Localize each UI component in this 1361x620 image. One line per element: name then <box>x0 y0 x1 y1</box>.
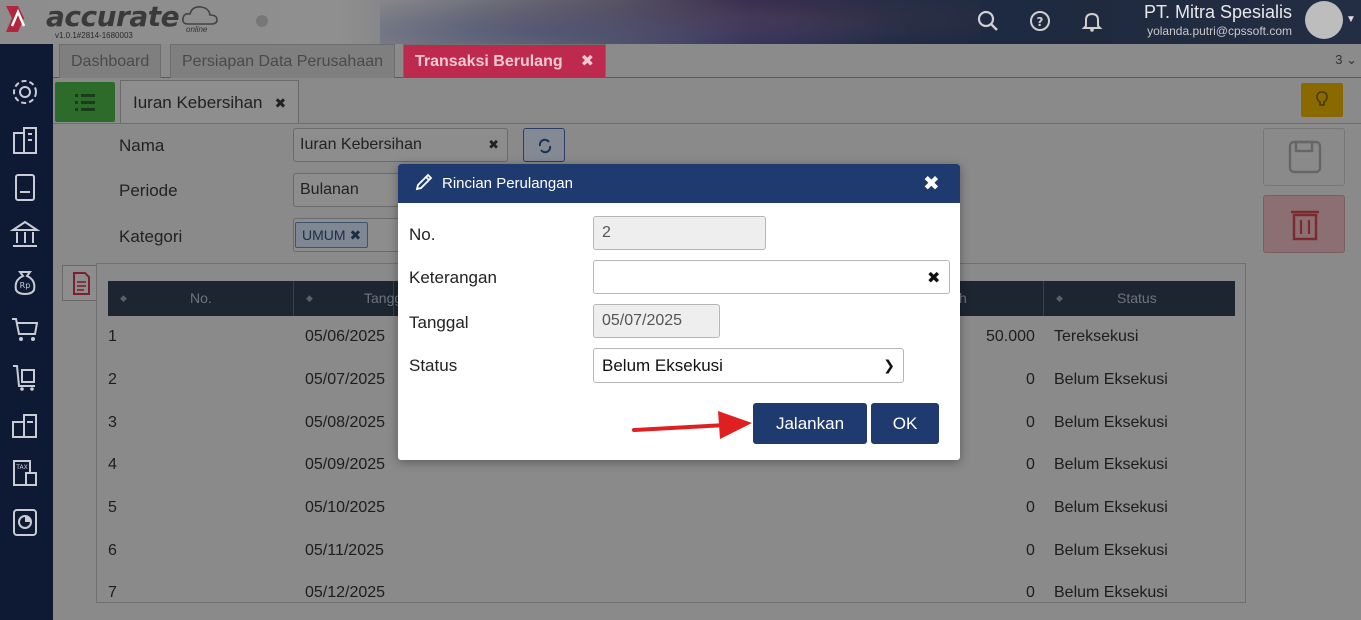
tab-transaksi-berulang[interactable]: Transaksi Berulang ✖ <box>403 44 607 78</box>
tab-count-dropdown[interactable]: 3 ⌄ <box>1335 52 1357 68</box>
sort-icon[interactable]: ◆ <box>1056 281 1063 316</box>
tab-persiapan-data[interactable]: Persiapan Data Perusahaan <box>170 44 396 78</box>
company-info[interactable]: PT. Mitra Spesialis yolanda.putri@cpssof… <box>1100 2 1292 38</box>
tab-label: Persiapan Data Perusahaan <box>182 53 384 70</box>
app-logo[interactable]: accurate online v1.0.1#2814-1680003 <box>0 0 240 44</box>
dialog-title: Rincian Perulangan <box>442 175 573 192</box>
nama-label: Nama <box>119 136 165 155</box>
cart-icon[interactable] <box>10 314 40 344</box>
cash-bag-icon[interactable]: Rp <box>10 266 40 296</box>
periode-value: Bulanan <box>300 181 359 198</box>
tanggal-label: Tanggal <box>409 313 469 332</box>
refresh-icon <box>538 138 552 154</box>
column-header-status[interactable]: ◆ Status <box>1044 281 1235 316</box>
save-button[interactable] <box>1263 128 1345 186</box>
tax-icon[interactable]: TAX <box>10 458 40 488</box>
report-icon[interactable] <box>10 507 40 537</box>
close-icon[interactable]: ✖ <box>923 171 940 196</box>
delete-button[interactable] <box>1263 195 1345 253</box>
list-icon <box>75 94 95 111</box>
sort-icon[interactable]: ◆ <box>120 281 127 316</box>
document-icon <box>73 272 90 295</box>
column-header-tanggal[interactable]: ◆ Tangg <box>294 281 402 316</box>
clear-icon[interactable]: ✖ <box>927 268 940 288</box>
user-email: yolanda.putri@cpssoft.com <box>1147 24 1292 38</box>
tab-strip: Dashboard Persiapan Data Perusahaan Tran… <box>53 44 1361 78</box>
table-row[interactable]: 6 05/11/2025 0 Belum Eksekusi <box>108 530 1235 573</box>
tab-label: Dashboard <box>71 53 150 70</box>
avatar[interactable] <box>1305 1 1343 39</box>
close-icon[interactable]: ✖ <box>581 53 594 70</box>
pencil-icon <box>415 173 433 191</box>
ledger-icon[interactable] <box>10 172 40 202</box>
chevron-down-icon: ❯ <box>883 357 895 373</box>
help-icon[interactable]: ? <box>1027 8 1053 34</box>
svg-text:Rp: Rp <box>20 281 31 290</box>
svg-text:?: ? <box>1037 15 1044 29</box>
close-icon[interactable]: ✖ <box>488 129 499 161</box>
save-icon <box>1288 140 1322 174</box>
kategori-label: Kategori <box>119 227 183 246</box>
keterangan-label: Keterangan <box>409 268 497 287</box>
status-value: Belum Eksekusi <box>602 356 723 375</box>
header-decoration <box>380 0 980 44</box>
settings-icon[interactable] <box>10 77 40 107</box>
close-icon[interactable]: ✖ <box>274 95 286 111</box>
notes-tab[interactable] <box>62 265 98 301</box>
top-bar: accurate online v1.0.1#2814-1680003 ? PT… <box>0 0 1361 44</box>
nama-field[interactable]: Iuran Kebersihan ✖ <box>293 128 508 162</box>
periode-select[interactable]: Bulanan <box>293 173 403 207</box>
list-view-button[interactable] <box>55 82 115 122</box>
trash-icon <box>1291 210 1319 241</box>
purchase-icon[interactable] <box>10 362 40 392</box>
no-label: No. <box>409 225 436 244</box>
tips-button[interactable] <box>1301 83 1343 117</box>
status-dot <box>256 15 268 27</box>
company-name: PT. Mitra Spesialis <box>1143 2 1292 22</box>
periode-label: Periode <box>119 181 178 200</box>
keterangan-input[interactable] <box>593 260 950 294</box>
no-value: 2 <box>602 224 611 241</box>
warehouse-icon[interactable] <box>10 410 40 440</box>
jalankan-button[interactable]: Jalankan <box>753 403 867 444</box>
sort-icon[interactable]: ◆ <box>306 281 313 316</box>
column-header-no[interactable]: ◆ No. <box>108 281 294 316</box>
doc-tab-label: Iuran Kebersihan <box>133 93 263 112</box>
table-row[interactable]: 5 05/10/2025 0 Belum Eksekusi <box>108 487 1235 530</box>
logo-online: online <box>186 25 208 34</box>
tanggal-field[interactable]: 05/07/2025 <box>593 304 720 338</box>
sidebar: Rp TAX <box>0 44 53 620</box>
svg-text:TAX: TAX <box>15 464 27 471</box>
no-field[interactable]: 2 <box>593 216 766 250</box>
status-select[interactable]: Belum Eksekusi ❯ <box>593 348 904 383</box>
version-text: v1.0.1#2814-1680003 <box>55 31 133 40</box>
tab-iuran-kebersihan[interactable]: Iuran Kebersihan ✖ <box>120 80 300 124</box>
status-label: Status <box>409 356 458 375</box>
bank-icon[interactable] <box>10 219 40 249</box>
chevron-down-icon[interactable]: ▼ <box>1346 14 1356 25</box>
nama-value: Iuran Kebersihan <box>300 136 422 153</box>
logo-text: accurate <box>46 0 180 33</box>
annotation-arrow-icon <box>632 411 752 439</box>
tanggal-value: 05/07/2025 <box>602 312 683 329</box>
refresh-button[interactable] <box>523 128 565 162</box>
accurate-logo-icon <box>6 6 26 32</box>
close-icon[interactable]: ✖ <box>349 227 361 243</box>
table-row[interactable]: 7 05/12/2025 0 Belum Eksekusi <box>108 572 1235 602</box>
search-icon[interactable] <box>975 8 1001 34</box>
tab-dashboard[interactable]: Dashboard <box>59 44 162 78</box>
ok-button[interactable]: OK <box>871 403 939 444</box>
company-icon[interactable] <box>10 125 40 155</box>
kategori-tag[interactable]: UMUM ✖ <box>295 222 369 248</box>
lightbulb-icon <box>1316 91 1328 106</box>
dialog-header: Rincian Perulangan ✖ <box>398 164 960 203</box>
tab-label: Transaksi Berulang <box>415 53 563 70</box>
divider <box>53 123 1361 124</box>
